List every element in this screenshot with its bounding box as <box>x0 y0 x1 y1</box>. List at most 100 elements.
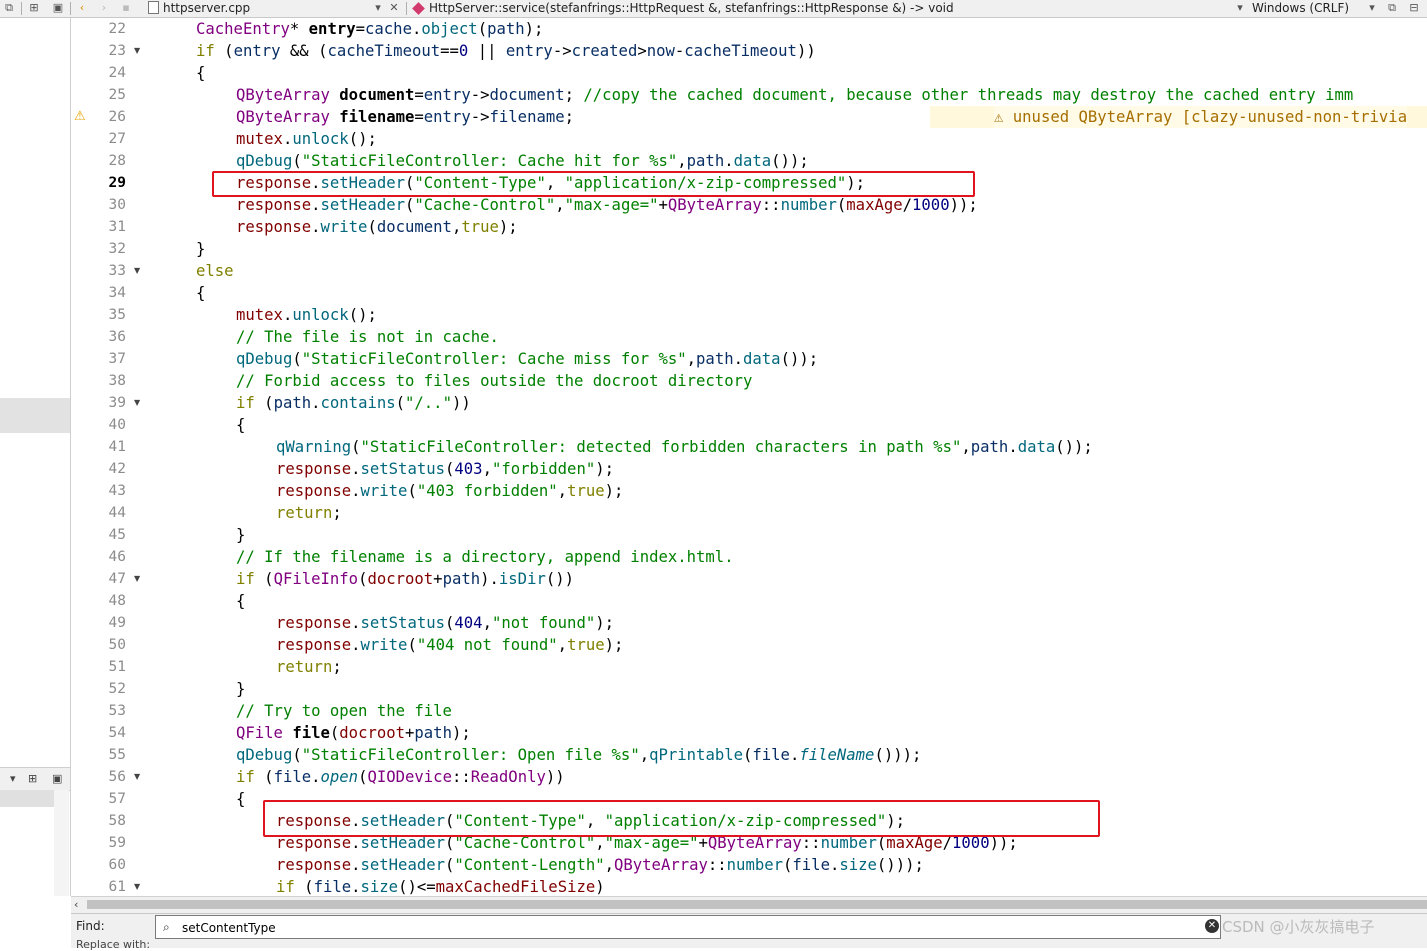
line-number[interactable]: 55 <box>71 744 126 766</box>
code-line[interactable]: if (file.size()<=maxCachedFileSize) <box>276 876 605 898</box>
fold-toggle-icon[interactable]: ▼ <box>134 568 144 590</box>
line-number[interactable]: 56 <box>71 766 126 788</box>
split-icon[interactable]: ⊞ <box>28 772 37 785</box>
line-number[interactable]: 30 <box>71 194 126 216</box>
fold-toggle-icon[interactable]: ▼ <box>134 876 144 898</box>
chevron-down-icon[interactable]: ▾ <box>10 772 16 785</box>
code-line[interactable]: response.write("403 forbidden",true); <box>276 480 623 502</box>
code-line[interactable]: QFile file(docroot+path); <box>236 722 471 744</box>
line-number[interactable]: 44 <box>71 502 126 524</box>
fold-toggle-icon[interactable]: ▼ <box>134 40 144 62</box>
line-number[interactable]: 42 <box>71 458 126 480</box>
code-line[interactable]: response.setStatus(403,"forbidden"); <box>276 458 614 480</box>
line-number[interactable]: 34 <box>71 282 126 304</box>
code-line[interactable]: } <box>236 524 245 546</box>
code-line[interactable]: return; <box>276 656 342 678</box>
code-line[interactable]: } <box>196 238 205 260</box>
code-line[interactable]: // If the filename is a directory, appen… <box>236 546 734 568</box>
window-icon[interactable]: ▣ <box>52 772 62 785</box>
line-number[interactable]: 61 <box>71 876 126 898</box>
side-panel-scrollbar[interactable] <box>54 790 69 896</box>
window-icon[interactable]: ▣ <box>52 2 64 14</box>
line-number[interactable]: 58 <box>71 810 126 832</box>
line-number[interactable]: 47 <box>71 568 126 590</box>
line-number[interactable]: 54 <box>71 722 126 744</box>
code-line[interactable]: response.setStatus(404,"not found"); <box>276 612 614 634</box>
code-line[interactable]: qDebug("StaticFileController: Open file … <box>236 744 921 766</box>
line-number[interactable]: 60 <box>71 854 126 876</box>
code-line[interactable]: if (QFileInfo(docroot+path).isDir()) <box>236 568 574 590</box>
line-number[interactable]: 49 <box>71 612 126 634</box>
code-line[interactable]: CacheEntry* entry=cache.object(path); <box>196 18 543 40</box>
line-number[interactable]: 29 <box>71 172 126 194</box>
code-line[interactable]: qDebug("StaticFileController: Cache miss… <box>236 348 818 370</box>
line-number[interactable]: 25 <box>71 84 126 106</box>
selected-node[interactable] <box>0 398 70 433</box>
code-line[interactable]: } <box>236 678 245 700</box>
line-number[interactable]: 51 <box>71 656 126 678</box>
code-line[interactable]: QByteArray filename=entry->filename; <box>236 106 574 128</box>
line-number[interactable]: 39 <box>71 392 126 414</box>
code-line[interactable]: mutex.unlock(); <box>236 128 377 150</box>
scroll-left-icon[interactable]: ‹ <box>74 898 78 911</box>
line-number[interactable]: 41 <box>71 436 126 458</box>
code-line[interactable]: { <box>196 282 205 304</box>
code-line[interactable]: { <box>196 62 205 84</box>
code-line[interactable]: QByteArray document=entry->document; //c… <box>236 84 1353 106</box>
code-line[interactable]: // The file is not in cache. <box>236 326 499 348</box>
horizontal-scrollbar[interactable]: ‹ <box>71 896 1427 913</box>
code-line[interactable]: // Forbid access to files outside the do… <box>236 370 752 392</box>
line-number[interactable]: 32 <box>71 238 126 260</box>
line-number[interactable]: 43 <box>71 480 126 502</box>
code-line[interactable]: { <box>236 590 245 612</box>
warning-annotation[interactable]: ⚠ unused QByteArray [clazy-unused-non-tr… <box>994 106 1408 128</box>
line-number[interactable]: 36 <box>71 326 126 348</box>
find-input[interactable]: setContentType <box>155 915 1221 939</box>
line-number[interactable]: 22 <box>71 18 126 40</box>
line-ending-selector[interactable]: Windows (CRLF) <box>1252 0 1349 17</box>
function-dropdown-icon[interactable]: ▾ <box>1234 2 1246 14</box>
fold-toggle-icon[interactable]: ▼ <box>134 392 144 414</box>
line-number[interactable]: 48 <box>71 590 126 612</box>
code-line[interactable]: return; <box>276 502 342 524</box>
fold-toggle-icon[interactable]: ▼ <box>134 260 144 282</box>
line-number[interactable]: 23 <box>71 40 126 62</box>
line-number[interactable]: 33 <box>71 260 126 282</box>
file-tab[interactable]: httpserver.cpp <box>148 0 250 17</box>
code-line[interactable]: { <box>236 414 245 436</box>
line-number[interactable]: 38 <box>71 370 126 392</box>
close-split-icon[interactable]: ⊟ <box>1408 2 1420 14</box>
line-number[interactable]: 45 <box>71 524 126 546</box>
line-ending-dropdown-icon[interactable]: ▾ <box>1366 2 1378 14</box>
code-line[interactable]: { <box>236 788 245 810</box>
line-number[interactable]: 31 <box>71 216 126 238</box>
line-number[interactable]: 53 <box>71 700 126 722</box>
lock-icon[interactable]: ▪ <box>120 2 132 14</box>
line-number[interactable]: 59 <box>71 832 126 854</box>
split-window-icon[interactable]: ⧉ <box>1386 2 1398 14</box>
line-number[interactable]: 28 <box>71 150 126 172</box>
back-icon[interactable]: ‹ <box>76 2 88 14</box>
code-line[interactable]: response.setHeader("Content-Length",QByt… <box>276 854 924 876</box>
split-icon[interactable]: ⊞ <box>28 2 40 14</box>
line-number[interactable]: 40 <box>71 414 126 436</box>
function-selector[interactable]: HttpServer::service(stefanfrings::HttpRe… <box>412 0 954 17</box>
link-icon[interactable]: ⧉ <box>3 2 15 14</box>
line-number[interactable]: 57 <box>71 788 126 810</box>
code-line[interactable]: qDebug("StaticFileController: Cache hit … <box>236 150 809 172</box>
line-number[interactable]: 50 <box>71 634 126 656</box>
line-number[interactable]: 37 <box>71 348 126 370</box>
forward-icon[interactable]: › <box>98 2 110 14</box>
scrollbar-thumb[interactable] <box>87 900 1427 909</box>
warning-icon[interactable]: ⚠ <box>74 106 86 128</box>
code-line[interactable]: response.setHeader("Cache-Control","max-… <box>236 194 978 216</box>
code-line[interactable]: mutex.unlock(); <box>236 304 377 326</box>
code-line[interactable]: qWarning("StaticFileController: detected… <box>276 436 1093 458</box>
line-number[interactable]: 27 <box>71 128 126 150</box>
code-line[interactable]: // Try to open the file <box>236 700 452 722</box>
code-line[interactable]: else <box>196 260 234 282</box>
line-number[interactable]: 24 <box>71 62 126 84</box>
code-line[interactable]: response.write(document,true); <box>236 216 518 238</box>
code-line[interactable]: if (file.open(QIODevice::ReadOnly)) <box>236 766 565 788</box>
line-number[interactable]: 46 <box>71 546 126 568</box>
